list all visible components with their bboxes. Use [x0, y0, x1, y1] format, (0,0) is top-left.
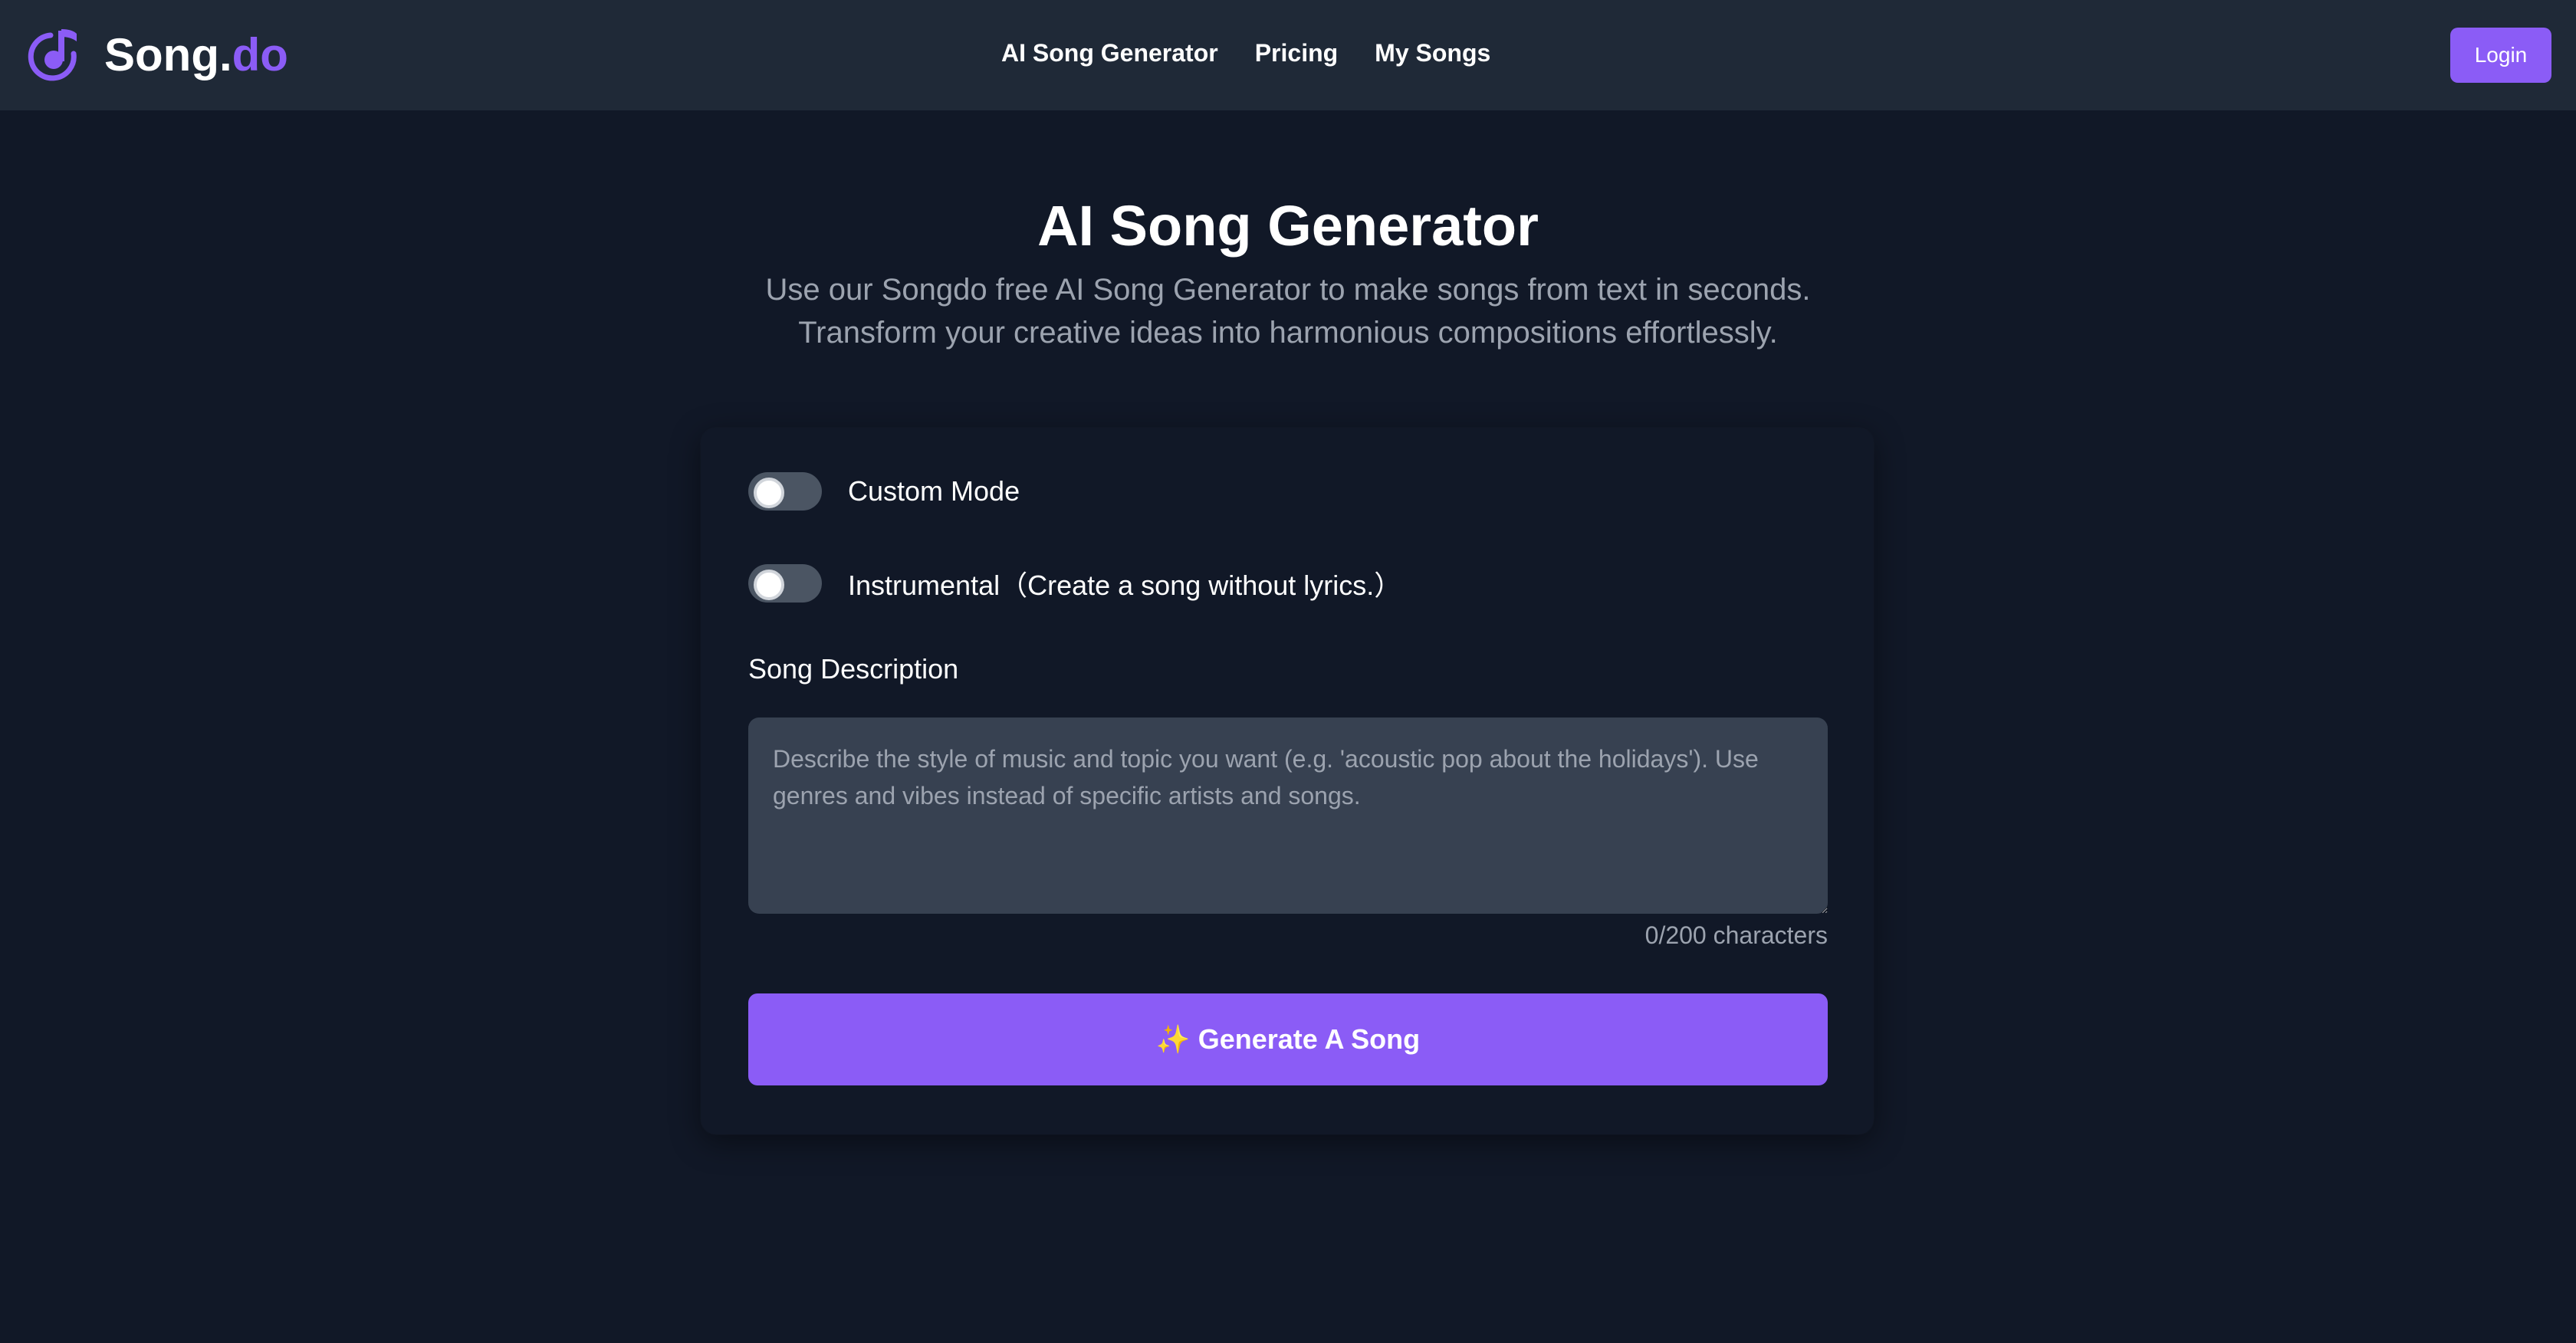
music-note-icon — [28, 29, 77, 81]
custom-mode-toggle[interactable] — [748, 472, 822, 511]
brand-name-accent: do — [232, 29, 288, 80]
page-subtitle-line-1: Use our Songdo free AI Song Generator to… — [765, 273, 1811, 307]
nav-ai-song-generator[interactable]: AI Song Generator — [1001, 39, 1218, 67]
instrumental-toggle[interactable] — [748, 564, 822, 603]
nav-pricing[interactable]: Pricing — [1255, 39, 1338, 67]
character-count: 0/200 characters — [1644, 921, 1828, 949]
top-header: Song.do AI Song Generator Pricing My Son… — [0, 0, 2576, 110]
song-description-input[interactable] — [748, 717, 1828, 914]
instrumental-row: Instrumental（Create a song without lyric… — [748, 564, 1401, 603]
nav-my-songs[interactable]: My Songs — [1375, 39, 1490, 67]
main-nav: AI Song Generator Pricing My Songs — [1001, 35, 1490, 71]
login-button[interactable]: Login — [2450, 28, 2551, 83]
song-generator-card: Custom Mode Instrumental（Create a song w… — [701, 428, 1874, 1134]
custom-mode-label: Custom Mode — [848, 475, 1020, 507]
song-description-label: Song Description — [748, 653, 959, 685]
toggle-knob — [754, 478, 784, 508]
generate-song-label: Generate A Song — [1198, 1023, 1421, 1055]
sparkles-icon: ✨ — [1155, 1024, 1191, 1056]
generate-song-button[interactable]: ✨ Generate A Song — [748, 993, 1828, 1085]
page-subtitle-line-2: Transform your creative ideas into harmo… — [798, 316, 1778, 350]
page-title: AI Song Generator — [1037, 194, 1539, 258]
brand-logo-link[interactable]: Song.do — [28, 23, 288, 87]
brand-name: Song.do — [104, 32, 288, 78]
custom-mode-row: Custom Mode — [748, 472, 1020, 511]
instrumental-label: Instrumental（Create a song without lyric… — [848, 570, 1402, 601]
toggle-knob — [754, 570, 784, 600]
brand-name-main: Song. — [104, 29, 232, 80]
